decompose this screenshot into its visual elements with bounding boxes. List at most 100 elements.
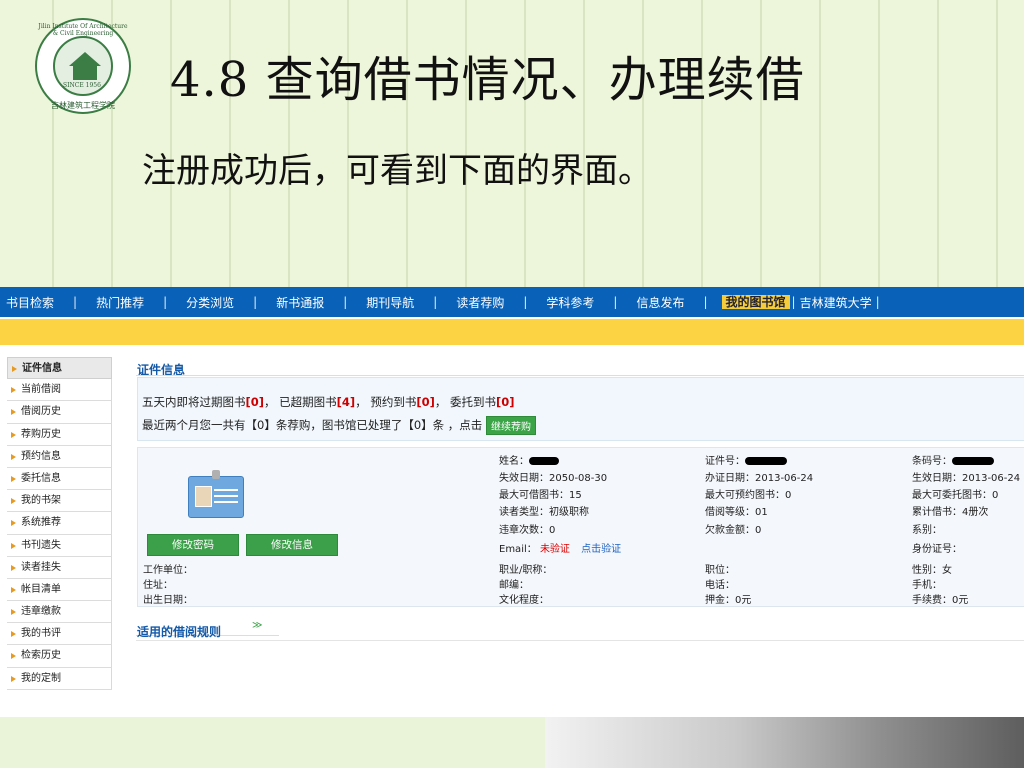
nav-item-subject[interactable]: 学科参考: [535, 294, 605, 311]
nav-item-info[interactable]: 信息发布: [625, 294, 695, 311]
field-max-borrow: 最大可借图书：15: [499, 490, 582, 501]
notice-overdue-value[interactable]: [4]: [337, 395, 356, 409]
field-barcode: 条码号：: [912, 452, 994, 467]
nav-item-new-books[interactable]: 新书通报: [265, 294, 335, 311]
rules-title[interactable]: 适用的借阅规则: [137, 623, 221, 640]
nav-separator: |: [703, 295, 708, 309]
sidebar-item-reviews[interactable]: 我的书评: [7, 623, 112, 646]
nav-item-recommend[interactable]: 读者荐购: [445, 294, 515, 311]
nav-separator: |: [73, 295, 78, 309]
notice-reserved-value[interactable]: [0]: [416, 395, 435, 409]
field-max-reserve: 最大可预约图书：0: [705, 490, 792, 501]
nav-item-hot[interactable]: 热门推荐: [85, 294, 155, 311]
sidebar-item-fines[interactable]: 违章缴款: [7, 601, 112, 624]
continue-recommend-button[interactable]: 继续荐购: [485, 416, 536, 435]
nav-item-university[interactable]: 吉林建筑大学: [798, 294, 874, 311]
nav-separator: |: [253, 295, 258, 309]
field-phone: 电话：: [705, 580, 735, 591]
change-password-button[interactable]: 修改密码: [147, 534, 239, 556]
field-total-borrow: 累计借书：4册次: [912, 507, 989, 518]
section-divider: [136, 375, 1024, 376]
slide-footer-decoration: [545, 717, 1024, 768]
notice-recommend-text: 最近两个月您一共有【0】条荐购，图书馆已处理了【0】条 ，点击: [142, 418, 483, 432]
verify-email-link[interactable]: 点击验证: [581, 544, 621, 555]
sidebar-item-entrust[interactable]: 委托信息: [7, 467, 112, 491]
id-card-lines: [214, 489, 238, 491]
expand-chevron-icon[interactable]: ≫: [252, 620, 262, 631]
field-email: Email： 未验证 点击验证: [499, 540, 621, 555]
logo-building-icon: [73, 66, 97, 80]
nav-item-my-library[interactable]: 我的图书馆: [721, 295, 790, 309]
field-fee: 手续费：0元: [912, 595, 969, 606]
redacted-barcode: [952, 457, 994, 465]
nav-separator: |: [163, 295, 168, 309]
field-address: 住址：: [143, 580, 173, 591]
reader-info-box: 修改密码 修改信息 工作单位： 住址： 出生日期： 姓名： 失效日期：2050-…: [137, 447, 1024, 607]
nav-separator: |: [523, 295, 528, 309]
logo-roof-icon: [69, 52, 101, 66]
field-gender: 性别：女: [912, 565, 952, 576]
sidebar-item-system-recommend[interactable]: 系统推荐: [7, 512, 112, 535]
nav-item-search[interactable]: 书目检索: [0, 294, 65, 311]
field-effective-date: 生效日期：2013-06-24: [912, 473, 1021, 484]
id-card-icon: [188, 470, 244, 518]
field-max-entrust: 最大可委托图书：0: [912, 490, 999, 501]
field-issue-date: 办证日期：2013-06-24: [705, 473, 814, 484]
sidebar-item-current-loans[interactable]: 当前借阅: [7, 379, 112, 402]
field-card-number-label: 证件号：: [705, 456, 745, 467]
field-work-unit: 工作单位：: [143, 565, 193, 576]
id-card-photo: [195, 486, 212, 507]
sidebar-item-reservations[interactable]: 预约信息: [7, 445, 112, 468]
sidebar-item-custom[interactable]: 我的定制: [7, 667, 112, 690]
notice-reserved-label: ， 预约到书: [355, 395, 417, 409]
field-zip: 邮编：: [499, 580, 529, 591]
change-info-button[interactable]: 修改信息: [246, 534, 338, 556]
notice-entrusted-value[interactable]: [0]: [496, 395, 515, 409]
sidebar-item-search-history[interactable]: 检索历史: [7, 645, 112, 668]
nav-separator: |: [433, 295, 438, 309]
nav-separator: |: [343, 295, 348, 309]
field-expire-date: 失效日期：2050-08-30: [499, 473, 608, 484]
logo-top-text: Jilin Institute Of Architecture & Civil …: [38, 23, 128, 37]
sidebar-item-loan-history[interactable]: 借阅历史: [7, 401, 112, 424]
sidebar-item-report-lost[interactable]: 读者挂失: [7, 556, 112, 579]
sidebar-item-bookshelf[interactable]: 我的书架: [7, 490, 112, 513]
field-education: 文化程度：: [499, 595, 549, 606]
redacted-card-number: [745, 457, 787, 465]
notice-due-soon-label: 五天内即将过期图书: [142, 395, 246, 409]
id-card-clip: [212, 470, 220, 479]
nav-separator: |: [613, 295, 618, 309]
nav-item-journals[interactable]: 期刊导航: [355, 294, 425, 311]
field-position: 职位：: [705, 565, 735, 576]
field-department: 系别：: [912, 525, 942, 536]
field-name-label: 姓名：: [499, 456, 529, 467]
top-nav-bar: 书目检索 | 热门推荐 | 分类浏览 | 新书通报 | 期刊导航 | 读者荐购 …: [0, 287, 1024, 317]
sidebar-item-purchase-history[interactable]: 荐购历史: [7, 423, 112, 446]
field-reader-type: 读者类型：初级职称: [499, 507, 589, 518]
slide-footer-left: [0, 717, 545, 768]
field-mobile: 手机：: [912, 580, 942, 591]
notice-entrusted-label: ， 委托到书: [434, 395, 497, 409]
field-card-number: 证件号：: [705, 452, 787, 467]
notice-line-1: 五天内即将过期图书[0]， 已超期图书[4]， 预约到书[0]， 委托到书[0]: [142, 394, 515, 410]
sidebar-item-lost-books[interactable]: 书刊遗失: [7, 534, 112, 557]
slide-title: 4.8 查询借书情况、办理续借: [170, 52, 805, 108]
redacted-name: [529, 457, 559, 465]
nav-separator: |: [791, 295, 796, 309]
notice-box: 五天内即将过期图书[0]， 已超期图书[4]， 预约到书[0]， 委托到书[0]…: [137, 377, 1024, 441]
nav-item-category[interactable]: 分类浏览: [175, 294, 245, 311]
notice-due-soon-value[interactable]: [0]: [246, 395, 265, 409]
field-debt: 欠款金额：0: [705, 525, 762, 536]
field-borrow-level: 借阅等级：01: [705, 507, 768, 518]
sidebar-item-card-info[interactable]: 证件信息: [7, 357, 112, 380]
yellow-banner: [0, 319, 1024, 345]
sidebar-menu: 证件信息 当前借阅 借阅历史 荐购历史 预约信息 委托信息 我的书架 系统推荐 …: [7, 357, 112, 690]
email-status: 未验证: [539, 544, 570, 555]
field-email-label: Email：: [499, 544, 537, 555]
field-id-number: 身份证号：: [912, 544, 962, 555]
field-birth-date: 出生日期：: [143, 595, 193, 606]
field-deposit: 押金：0元: [705, 595, 752, 606]
logo-since-text: SINCE 1956: [63, 82, 101, 89]
library-screenshot: 书目检索 | 热门推荐 | 分类浏览 | 新书通报 | 期刊导航 | 读者荐购 …: [0, 287, 1024, 717]
sidebar-item-account[interactable]: 帐目清单: [7, 578, 112, 602]
